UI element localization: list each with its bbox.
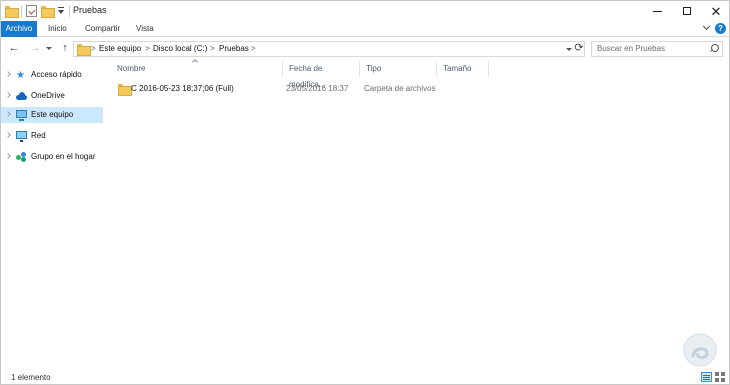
details-view-icon[interactable] — [701, 372, 712, 382]
toolbar-divider — [21, 5, 22, 17]
breadcrumb-este-equipo[interactable]: Este equipo — [99, 44, 141, 53]
column-header-tamano[interactable]: Tamaño — [437, 61, 489, 77]
sidebar-item-label: OneDrive — [31, 91, 65, 100]
search-placeholder: Buscar en Pruebas — [597, 44, 666, 53]
navigation-pane: ★ Acceso rápido OneDrive Este equipo Red… — [1, 61, 104, 367]
file-type: Carpeta de archivos — [364, 84, 436, 93]
refresh-button[interactable]: ⟳ — [573, 41, 585, 55]
breadcrumb-disco-local[interactable]: Disco local (C:) — [153, 44, 207, 53]
expand-ribbon-icon[interactable] — [703, 24, 711, 32]
file-list: Nombre Fecha de modifica... Tipo Tamaño … — [111, 61, 723, 367]
expand-chevron-icon[interactable] — [5, 132, 11, 138]
customize-toolbar-icon[interactable] — [57, 6, 65, 16]
file-date: 23/05/2016 18:37 — [286, 84, 349, 93]
column-header-fecha[interactable]: Fecha de modifica... — [283, 61, 360, 89]
folder-icon[interactable] — [5, 6, 19, 18]
expand-chevron-icon[interactable] — [5, 153, 11, 159]
table-row[interactable]: C 2016-05-23 18;37;06 (Full) 23/05/2016 … — [111, 80, 489, 97]
up-button[interactable]: ↑ — [59, 42, 71, 54]
status-bar: 1 elemento — [1, 369, 729, 385]
search-icon[interactable] — [709, 44, 719, 53]
minimize-icon — [652, 10, 662, 12]
breadcrumb-pruebas[interactable]: Pruebas — [219, 44, 249, 53]
file-name: C 2016-05-23 18;37;06 (Full) — [131, 84, 234, 93]
column-header-tipo[interactable]: Tipo — [360, 61, 437, 77]
tab-archivo[interactable]: Archivo — [1, 21, 37, 37]
help-icon[interactable]: ? — [715, 23, 726, 34]
breadcrumb-separator[interactable]: > — [91, 44, 96, 53]
title-bar: Pruebas ✕ — [1, 1, 729, 21]
folder-icon — [77, 44, 91, 56]
minimize-button[interactable] — [642, 1, 672, 21]
back-button[interactable]: ← — [8, 42, 20, 54]
quick-access-toolbar — [5, 4, 70, 18]
sidebar-item-acceso-rapido[interactable]: ★ Acceso rápido — [1, 67, 103, 83]
computer-icon — [16, 110, 27, 121]
sidebar-item-este-equipo[interactable]: Este equipo — [1, 107, 103, 123]
close-icon: ✕ — [710, 3, 722, 19]
large-icons-view-icon[interactable] — [715, 372, 726, 382]
maximize-icon — [683, 7, 691, 15]
maximize-button[interactable] — [672, 1, 702, 21]
tab-inicio[interactable]: Inicio — [48, 21, 67, 37]
item-count: 1 elemento — [11, 373, 51, 382]
window-title: Pruebas — [73, 5, 107, 15]
tab-vista[interactable]: Vista — [136, 21, 154, 37]
address-bar[interactable]: > Este equipo > Disco local (C:) > Prueb… — [73, 41, 585, 57]
close-button[interactable]: ✕ — [701, 1, 730, 21]
properties-icon[interactable] — [26, 5, 37, 17]
recent-locations-icon[interactable] — [45, 42, 53, 54]
tab-compartir[interactable]: Compartir — [85, 21, 120, 37]
toolbar-divider — [69, 5, 70, 17]
column-header-nombre[interactable]: Nombre — [111, 61, 283, 77]
expand-chevron-icon[interactable] — [5, 71, 11, 77]
folder-icon — [118, 84, 132, 96]
new-folder-icon[interactable] — [41, 6, 55, 18]
sidebar-item-label: Grupo en el hogar — [31, 152, 96, 161]
cloud-icon — [16, 91, 27, 101]
breadcrumb-separator[interactable]: > — [210, 44, 215, 53]
breadcrumb-separator[interactable]: > — [145, 44, 150, 53]
sidebar-item-grupo-en-el-hogar[interactable]: Grupo en el hogar — [1, 149, 103, 165]
breadcrumb-separator[interactable]: > — [251, 44, 256, 53]
network-icon — [16, 131, 27, 142]
sidebar-item-onedrive[interactable]: OneDrive — [1, 88, 103, 104]
expand-chevron-icon[interactable] — [5, 92, 11, 98]
watermark-logo — [683, 333, 717, 367]
star-icon: ★ — [16, 70, 25, 81]
sidebar-item-label: Acceso rápido — [31, 70, 82, 79]
search-input[interactable]: Buscar en Pruebas — [591, 41, 723, 57]
forward-button[interactable]: → — [29, 42, 41, 54]
expand-chevron-icon[interactable] — [5, 111, 11, 117]
homegroup-icon — [16, 152, 27, 162]
ribbon-tabs: Archivo Inicio Compartir Vista ? — [1, 21, 729, 37]
explorer-window: Pruebas ✕ Archivo Inicio Compartir Vista… — [0, 0, 730, 385]
sidebar-item-label: Red — [31, 131, 46, 140]
sidebar-item-label: Este equipo — [31, 110, 74, 119]
sidebar-item-red[interactable]: Red — [1, 128, 103, 144]
